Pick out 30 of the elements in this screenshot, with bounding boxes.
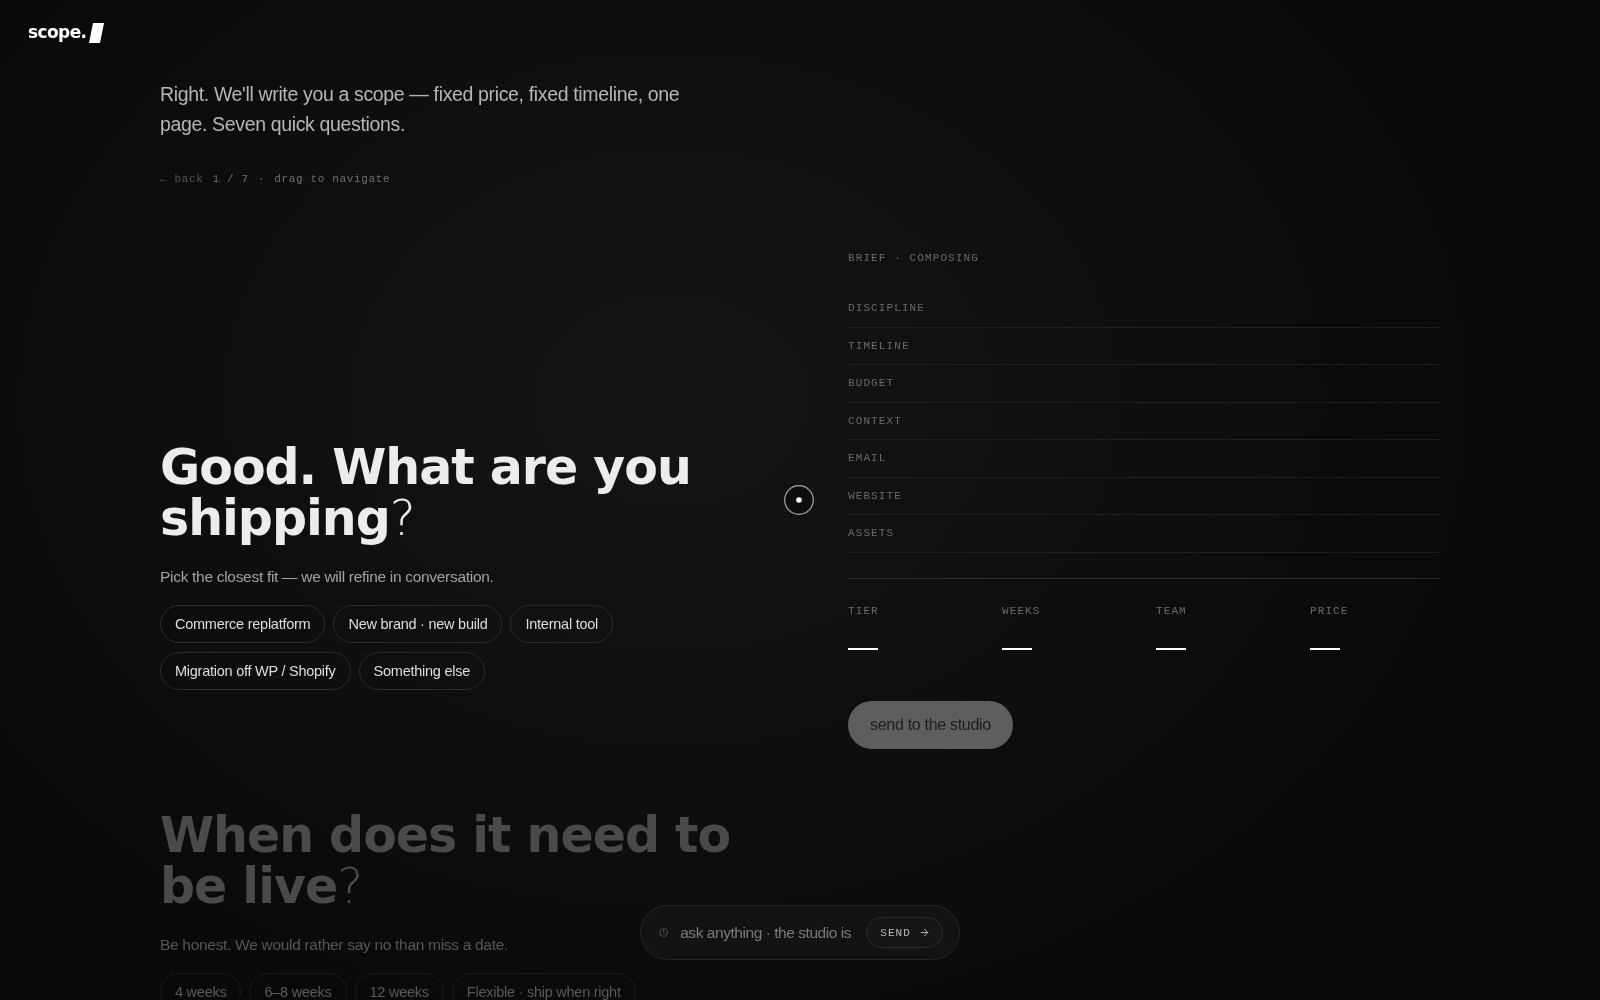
slanted-bar-icon (89, 22, 105, 43)
brief-title: BRIEF · COMPOSING (848, 251, 980, 266)
field-label: WEBSITE (848, 488, 902, 504)
arrow-right-icon (919, 927, 930, 938)
stat-value: — (848, 631, 878, 662)
drag-handle[interactable] (784, 485, 814, 515)
field-label: ASSETS (848, 526, 895, 542)
stat-label: PRICE (1310, 603, 1349, 619)
chat-input[interactable]: ask anything · the studio is (680, 923, 855, 942)
field-label: TIMELINE (848, 338, 910, 354)
stat-value: — (1156, 631, 1186, 662)
question-hint: Pick the closest fit — we will refine in conversation. (160, 567, 495, 587)
field-label: CONTEXT (848, 413, 902, 429)
stat-label: TEAM (1156, 603, 1187, 619)
question-headline: When does it need to be live? (160, 810, 732, 912)
question-headline: Good. What are you shipping? (160, 442, 692, 544)
clock-icon (659, 925, 669, 940)
separator-dot: · (257, 172, 266, 187)
stat-label: TIER (848, 603, 879, 619)
step-counter: 1 / 7 (212, 172, 249, 187)
intro-text: Right. We'll write you a scope — fixed price, fixed timeline, one page. Seven quick questions. (160, 82, 681, 137)
send-button[interactable]: SEND (866, 917, 943, 948)
logo-link[interactable]: scope. (28, 22, 105, 43)
field-label: DISCIPLINE (848, 301, 925, 317)
stat-value: — (1310, 631, 1340, 662)
field-label: EMAIL (848, 451, 887, 467)
stat-value: — (1002, 631, 1032, 662)
stat-label: WEEKS (1002, 603, 1041, 619)
field-label: BUDGET (848, 376, 895, 392)
navigation-hint: drag to navigate (274, 172, 391, 187)
